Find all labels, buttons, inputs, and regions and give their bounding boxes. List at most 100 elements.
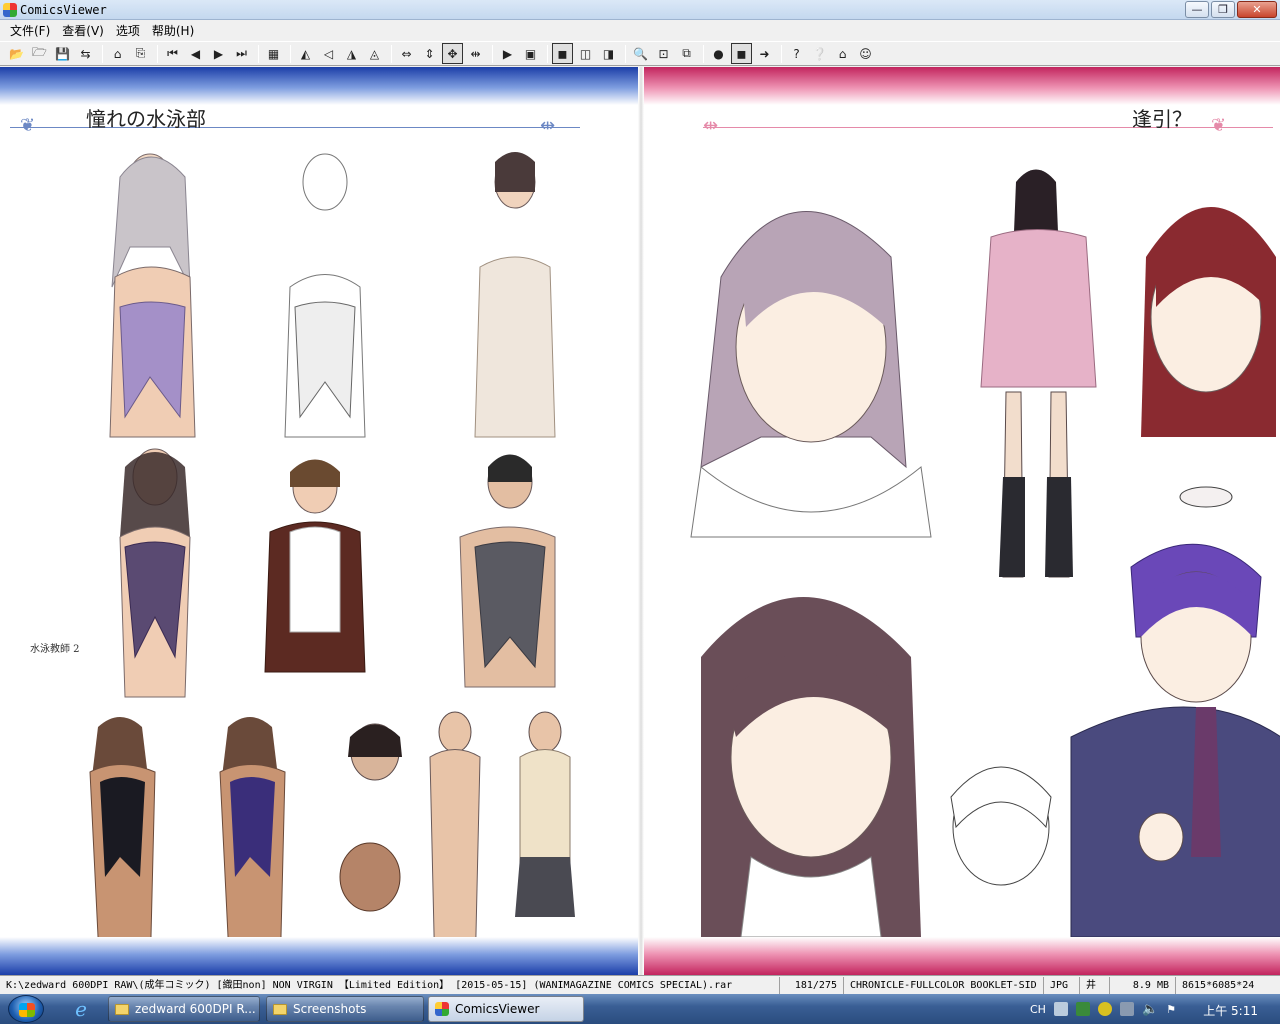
spread-icon[interactable]: ✥ [442,43,463,64]
last-page-icon[interactable]: ⏭ [231,43,252,64]
toolbar-separator [547,44,548,63]
zoom-in-icon[interactable]: 🔍 [630,43,651,64]
right-page: ⇹ ❦ 逢引？ [641,67,1280,975]
nvidia-icon[interactable] [1075,1002,1090,1016]
clock[interactable]: 上午 5:11 [1203,1002,1258,1019]
zoom-copy-icon[interactable]: ⧉ [676,43,697,64]
minimize-button[interactable]: — [1185,1,1209,18]
title-bar[interactable]: ComicsViewer — ❐ ✕ [0,0,1280,20]
status-dimensions: 8615*6085*24 [1182,979,1255,991]
view-mode-3-icon[interactable]: ◨ [598,43,619,64]
fit-height-icon[interactable]: ⇕ [419,43,440,64]
folder-icon [273,1003,287,1015]
single-page-icon[interactable]: ⇹ [465,43,486,64]
volume-icon[interactable]: 🔈 [1142,1002,1158,1017]
boy-sketch [950,766,1052,886]
left-page: ❦ ⇹ 憧れの水泳部 水泳教師 2 [0,67,641,975]
thumbnails-icon[interactable]: ▦ [263,43,284,64]
view-mode-1-icon[interactable]: ◼ [552,43,573,64]
ornament-icon: ❦ [20,115,36,136]
right-page-bottom-band [641,937,1280,975]
menu-view[interactable]: 查看(V) [56,22,110,39]
toolbar-separator [102,44,103,63]
open-file-icon[interactable]: 🗁 [29,43,50,64]
right-page-heading: 逢引？ [1132,107,1192,131]
internet-explorer-icon[interactable]: e [64,997,98,1021]
toolbar-separator [781,44,782,63]
help-icon[interactable]: ? [786,43,807,64]
fit-width-icon[interactable]: ⇔ [396,43,417,64]
left-page-heading: 憧れの水泳部 [86,107,206,131]
input-language-indicator[interactable]: CH [1030,1003,1046,1016]
prev-page-icon[interactable]: ◀ [185,43,206,64]
slideshow-icon[interactable]: ▶ [497,43,518,64]
maximize-button[interactable]: ❐ [1211,1,1235,18]
taskbar-item-comicsviewer[interactable]: ComicsViewer [428,996,584,1022]
filter-icon[interactable]: ◼ [731,43,752,64]
menu-file[interactable]: 文件(F) [4,22,56,39]
zoom-window-icon[interactable]: ⊡ [653,43,674,64]
question-icon[interactable]: ❔ [809,43,830,64]
app-window: ComicsViewer — ❐ ✕ 文件(F) 查看(V) 选项 帮助(H) … [0,0,1280,994]
flip-horizontal-icon[interactable]: ◭ [295,43,316,64]
flip-vertical-icon[interactable]: ◬ [364,43,385,64]
menu-options[interactable]: 选项 [110,22,146,39]
arrow-icon[interactable]: ➜ [754,43,775,64]
taskbar: e zedward 600DPI R... Screenshots Comics… [0,994,1280,1024]
close-button[interactable]: ✕ [1237,1,1277,18]
status-page-index: 181/275 [780,976,844,994]
left-page-top-band [0,67,641,105]
ornament-icon: ❦ [1211,115,1227,136]
toolbar-separator [391,44,392,63]
export-icon[interactable]: ⇆ [75,43,96,64]
figure-row-2 [119,448,556,698]
rotate-left-icon[interactable]: ◁ [318,43,339,64]
update-icon[interactable] [1097,1002,1112,1016]
character-sketches-left [89,152,575,937]
page-gutter [638,67,644,975]
rotate-right-icon[interactable]: ◮ [341,43,362,64]
taskbar-item-folder-screenshots[interactable]: Screenshots [266,996,424,1022]
character-sketches-right [690,169,1280,937]
folder-icon [115,1003,129,1015]
right-page-top-band [641,67,1280,105]
keyboard-icon[interactable] [1053,1002,1068,1016]
first-page-icon[interactable]: ⏮ [162,43,183,64]
menu-help[interactable]: 帮助(H) [146,22,200,39]
bookmark-icon[interactable]: ⌂ [107,43,128,64]
windows-logo-icon [19,1003,35,1017]
comicsviewer-icon[interactable] [3,3,17,17]
toolbar-separator [157,44,158,63]
network-icon[interactable] [1119,1002,1134,1016]
save-icon[interactable]: 💾 [52,43,73,64]
recent-icon[interactable]: ⎘ [130,43,151,64]
fullscreen-icon[interactable]: ▣ [520,43,541,64]
next-page-icon[interactable]: ▶ [208,43,229,64]
about-icon[interactable]: ☺ [855,43,876,64]
toolbar-separator [290,44,291,63]
ornament-icon: ⇹ [703,115,719,136]
view-mode-2-icon[interactable]: ◫ [575,43,596,64]
menu-bar: 文件(F) 查看(V) 选项 帮助(H) [0,20,1280,40]
home-icon[interactable]: ⌂ [832,43,853,64]
boy-suit-purple-hair [1070,543,1280,937]
flag-icon[interactable]: ⚑ [1166,1003,1176,1016]
status-format: JPG [1044,976,1080,994]
comic-spread-view[interactable]: ❦ ⇹ 憧れの水泳部 水泳教師 2 ⇹ ❦ 逢引？ [0,67,1280,975]
schoolgirl-figure [980,169,1097,578]
open-folder-icon[interactable]: 📂 [6,43,27,64]
toolbar-separator [492,44,493,63]
sketch-caption: 水泳教師 2 [30,644,80,655]
status-bar: K:\zedward 600DPI RAW\(成年コミック) [織田non] N… [0,975,1280,994]
toolbar-separator [625,44,626,63]
taskbar-item-label: Screenshots [293,1002,367,1016]
taskbar-item-label: zedward 600DPI R... [135,1002,256,1016]
taskbar-item-folder-zedward[interactable]: zedward 600DPI R... [108,996,260,1022]
face-silver-hair [690,211,932,538]
status-file-size: 8.9 MB [1110,976,1176,994]
start-button[interactable] [8,995,44,1023]
status-file-name: CHRONICLE-FULLCOLOR BOOKLET-SID [844,976,1044,994]
left-page-bottom-band [0,937,641,975]
color-icon[interactable]: ● [708,43,729,64]
figure-row-3 [89,711,575,937]
